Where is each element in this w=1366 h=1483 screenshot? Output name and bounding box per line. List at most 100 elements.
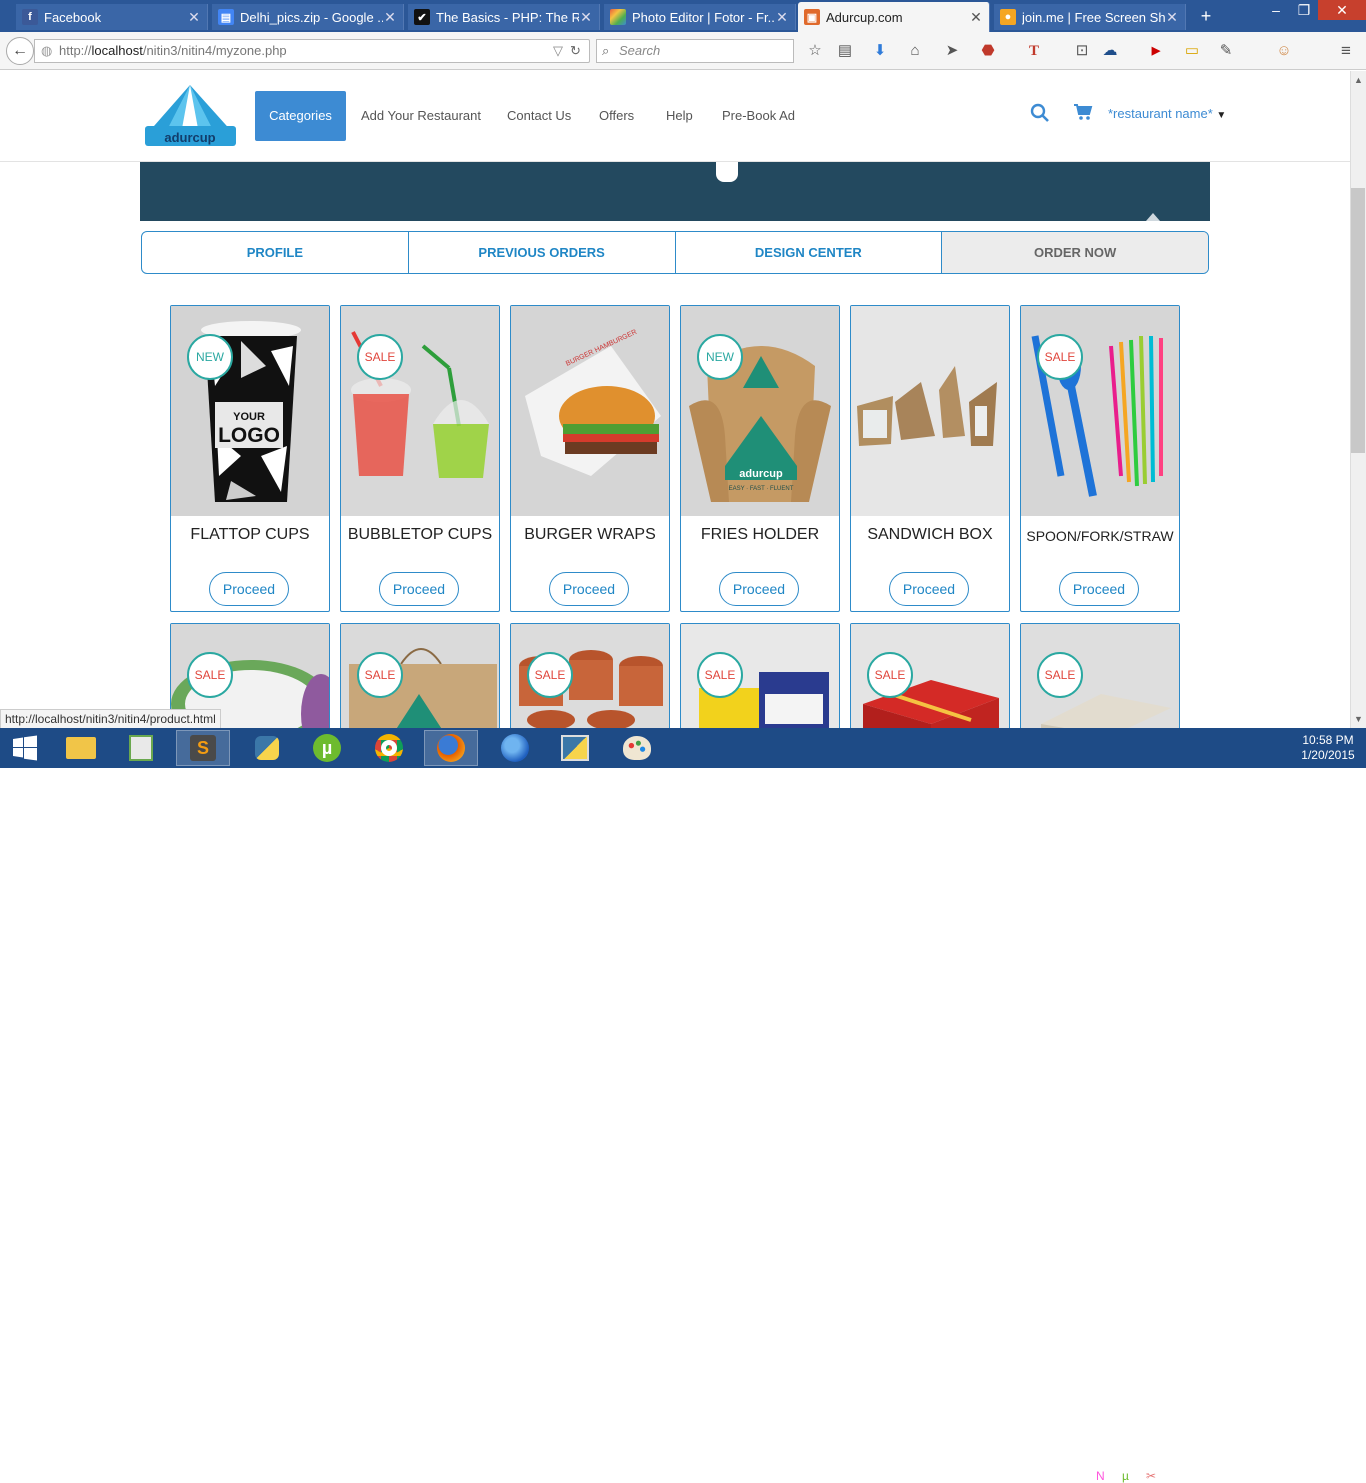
tools-icon[interactable]: ✎ [1216, 41, 1236, 61]
adblock-icon[interactable]: ⬣ [978, 41, 998, 61]
product-card-burger-wraps[interactable]: BURGER HAMBURGER BURGER WRAPS Proceed [510, 305, 670, 612]
system-clock[interactable]: 10:58 PM 1/20/2015 [1296, 733, 1360, 763]
restore-button[interactable]: ❐ [1290, 0, 1318, 20]
sublime-text-icon[interactable]: S [176, 730, 230, 766]
proceed-button[interactable]: Proceed [209, 572, 289, 606]
sale-badge: SALE [867, 652, 913, 698]
scroll-up-icon[interactable]: ▲ [1354, 75, 1363, 85]
browser-tab-adurcup[interactable]: ▣ Adurcup.com ✕ [798, 2, 990, 32]
tray-utorrent-icon[interactable]: µ [1122, 1469, 1129, 1483]
scrollbar-thumb[interactable] [1351, 188, 1365, 453]
browser-tab-facebook[interactable]: f Facebook ✕ [16, 4, 208, 30]
new-badge: NEW [697, 334, 743, 380]
new-badge: NEW [187, 334, 233, 380]
new-tab-button[interactable]: + [1196, 6, 1216, 27]
tray-device-icon[interactable]: ▯ [1072, 1469, 1079, 1483]
restaurant-name-dropdown[interactable]: *restaurant name* ▼ [1108, 106, 1226, 121]
logo-text: adurcup [164, 130, 215, 145]
proceed-button[interactable]: Proceed [549, 572, 629, 606]
utorrent-icon[interactable]: µ [300, 730, 354, 766]
tab-profile[interactable]: PROFILE [142, 232, 409, 273]
url-path: /nitin3/nitin4/myzone.php [142, 43, 287, 58]
file-explorer-icon[interactable] [54, 730, 108, 766]
menu-contact-us[interactable]: Contact Us [492, 91, 586, 141]
cloud-icon[interactable]: ☁ [1100, 41, 1120, 61]
volume-icon[interactable]: ◀) [1266, 1469, 1279, 1483]
reload-icon[interactable]: ↻ [570, 40, 581, 62]
dropdown-icon[interactable]: ▽ [553, 40, 563, 62]
firefox-icon[interactable] [424, 730, 478, 766]
tab-design-center[interactable]: DESIGN CENTER [676, 232, 943, 273]
proceed-button[interactable]: Proceed [719, 572, 799, 606]
home-icon[interactable]: ⌂ [905, 41, 925, 61]
menu-offers[interactable]: Offers [584, 91, 649, 141]
product-card-fries-holder[interactable]: adurcup EASY · FAST · FLUENT NEW FRIES H… [680, 305, 840, 612]
product-card-gift-box[interactable]: SALE [850, 623, 1010, 743]
tab-previous-orders[interactable]: PREVIOUS ORDERS [409, 232, 676, 273]
browser-tab-php[interactable]: ✔ The Basics - PHP: The Ri... ✕ [408, 4, 600, 30]
python-idle-icon[interactable] [548, 730, 602, 766]
svg-text:EASY · FAST · FLUENT: EASY · FAST · FLUENT [729, 486, 794, 492]
notes-icon[interactable]: ▭ [1182, 41, 1202, 61]
product-card-pouches[interactable]: SALE [680, 623, 840, 743]
smiley-icon[interactable]: ☺ [1274, 41, 1294, 61]
product-card-paper-bag[interactable]: SALE [340, 623, 500, 743]
restaurant-name-label: *restaurant name* [1108, 106, 1213, 121]
product-card-bubbletop-cups[interactable]: SALE BUBBLETOP CUPS Proceed [340, 305, 500, 612]
close-icon[interactable]: ✕ [187, 9, 201, 26]
close-icon[interactable]: ✕ [1165, 9, 1179, 26]
screenshot-icon[interactable]: ⊡ [1072, 41, 1092, 61]
adurcup-logo[interactable]: adurcup [143, 84, 238, 148]
product-card-kulhad[interactable]: SALE [510, 623, 670, 743]
browser-tab-fotor[interactable]: Photo Editor | Fotor - Fr... ✕ [604, 4, 796, 30]
download-icon[interactable]: ⬇ [870, 41, 890, 61]
tray-nk-icon[interactable]: N [1096, 1469, 1105, 1483]
menu-add-restaurant[interactable]: Add Your Restaurant [346, 91, 496, 141]
translate-icon[interactable]: T [1024, 41, 1044, 61]
search-input[interactable]: ⌕ Search [596, 39, 794, 63]
proceed-button[interactable]: Proceed [379, 572, 459, 606]
editor-icon[interactable] [114, 730, 168, 766]
tray-tool-icon[interactable]: ✂ [1146, 1469, 1156, 1483]
browser-tab-drive[interactable]: ▤ Delhi_pics.zip - Google ... ✕ [212, 4, 404, 30]
product-card-flattop-cups[interactable]: YOUR LOGO NEW FLATTOP CUPS Proceed [170, 305, 330, 612]
close-icon[interactable]: ✕ [775, 9, 789, 26]
menu-pre-book-ad[interactable]: Pre-Book Ad [707, 91, 810, 141]
product-card-napkins[interactable]: SALE [1020, 623, 1180, 743]
menu-help[interactable]: Help [651, 91, 708, 141]
firefox-dev-icon[interactable] [488, 730, 542, 766]
tray-display-icon[interactable]: ▭ [1194, 1469, 1205, 1483]
product-card-spoon-fork-straw[interactable]: SALE SPOON/FORK/STRAW Proceed [1020, 305, 1180, 612]
address-bar[interactable]: ◍ http://localhost/nitin3/nitin4/myzone.… [34, 39, 590, 63]
reading-list-icon[interactable]: ▤ [835, 41, 855, 61]
python-icon[interactable] [240, 730, 294, 766]
menu-hamburger-icon[interactable]: ≡ [1336, 41, 1356, 61]
window-close-button[interactable]: ✕ [1318, 0, 1366, 20]
flag-icon[interactable]: ⚑ [1242, 1469, 1253, 1483]
chrome-icon[interactable] [362, 730, 416, 766]
minimize-button[interactable]: – [1262, 0, 1290, 20]
scroll-down-icon[interactable]: ▼ [1354, 714, 1363, 724]
back-button[interactable]: ← [6, 37, 34, 65]
close-icon[interactable]: ✕ [579, 9, 593, 26]
search-icon[interactable] [1030, 103, 1050, 123]
start-button[interactable] [0, 730, 50, 766]
tray-pen-icon[interactable]: ✎ [1170, 1469, 1180, 1483]
proceed-button[interactable]: Proceed [889, 572, 969, 606]
close-icon[interactable]: ✕ [383, 9, 397, 26]
product-card-sandwich-box[interactable]: SANDWICH BOX Proceed [850, 305, 1010, 612]
tab-order-now[interactable]: ORDER NOW [942, 232, 1208, 273]
profile-banner [140, 162, 1210, 221]
cart-icon[interactable] [1073, 103, 1093, 121]
proceed-button[interactable]: Proceed [1059, 572, 1139, 606]
youtube-icon[interactable]: ▶ [1146, 41, 1166, 61]
send-icon[interactable]: ➤ [942, 41, 962, 61]
paint-icon[interactable] [610, 730, 664, 766]
bookmark-star-icon[interactable]: ☆ [805, 41, 825, 61]
network-icon[interactable]: ⊞ [1218, 1469, 1228, 1483]
browser-tab-joinme[interactable]: ● join.me | Free Screen Sh... ✕ [994, 4, 1186, 30]
joinme-icon: ● [1000, 9, 1016, 25]
menu-categories[interactable]: Categories [255, 91, 346, 141]
close-icon[interactable]: ✕ [969, 9, 983, 26]
tab-label: join.me | Free Screen Sh... [1022, 9, 1165, 25]
